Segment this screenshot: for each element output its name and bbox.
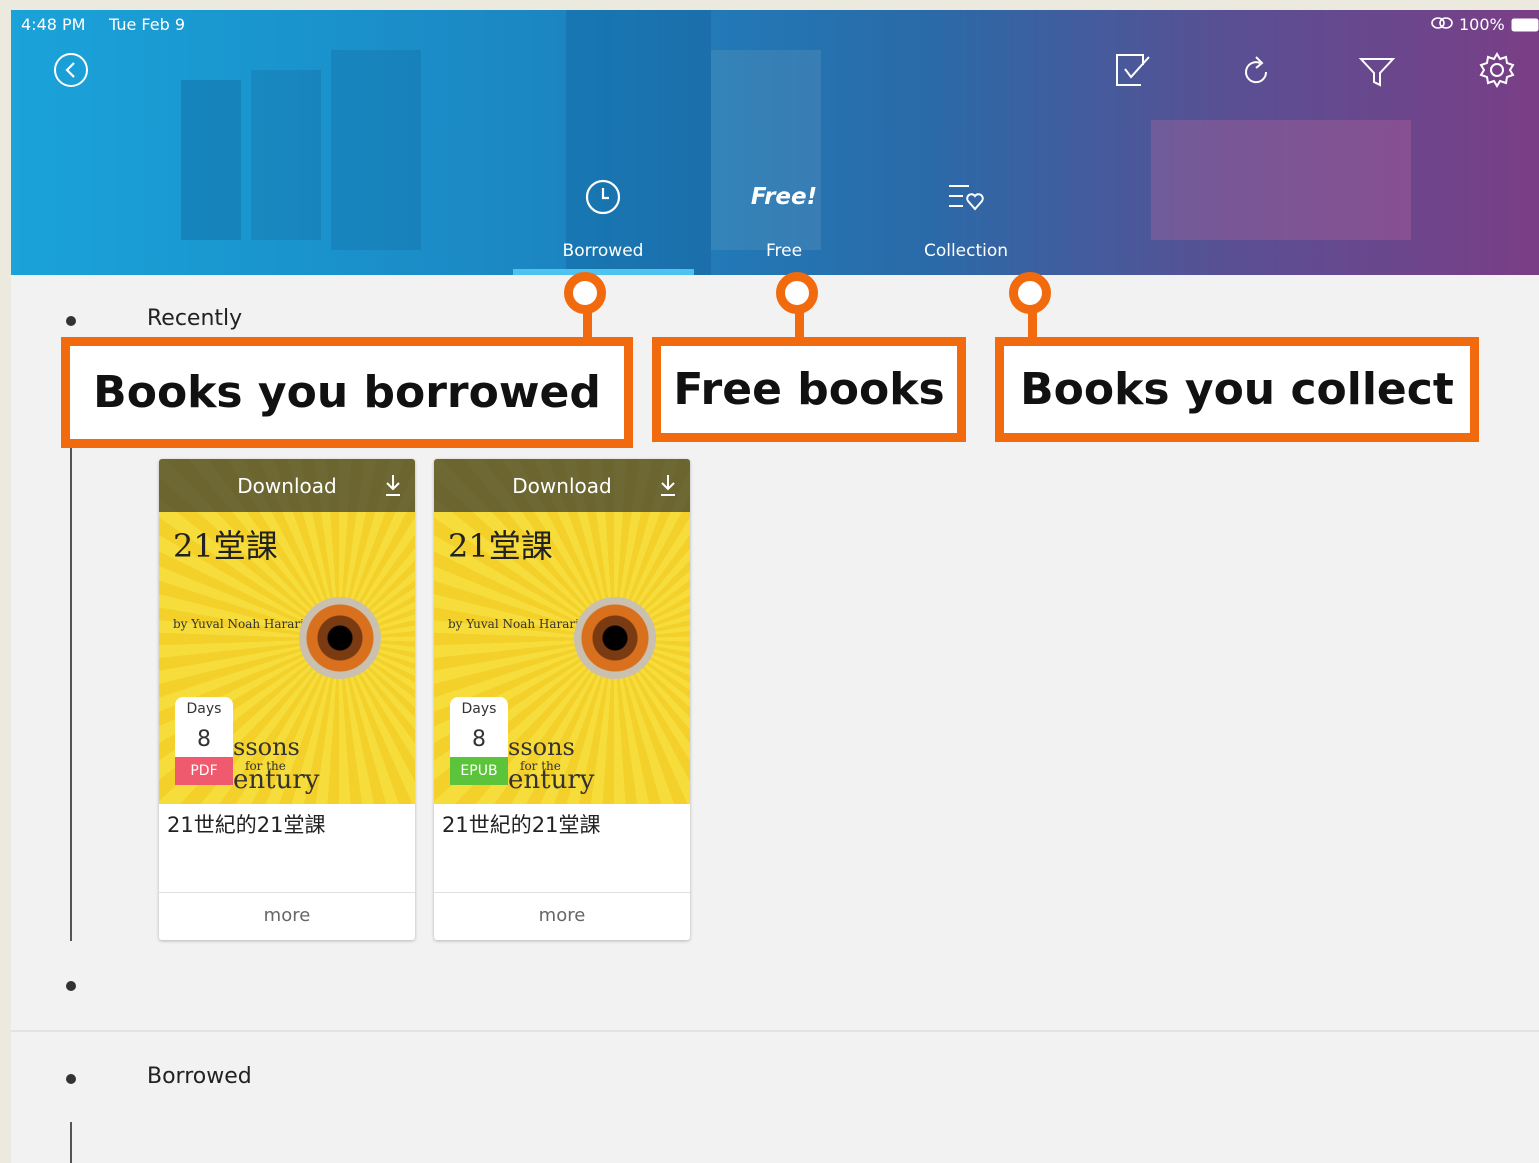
back-button[interactable] xyxy=(51,50,91,90)
cover-eye-image xyxy=(574,597,656,679)
deco-shape xyxy=(181,80,241,240)
book-cover[interactable]: 21堂課 by Yuval Noah Harari ssons for the … xyxy=(434,459,690,804)
timeline-line xyxy=(70,1122,72,1163)
download-button[interactable]: Download xyxy=(434,459,690,512)
timeline-dot xyxy=(66,981,76,991)
book-title: 21世紀的21堂課 xyxy=(442,813,601,837)
cover-title: 21堂課 xyxy=(448,527,553,565)
select-icon xyxy=(1116,54,1150,86)
days-count: 8 xyxy=(197,727,211,752)
more-button[interactable]: more xyxy=(434,905,690,926)
free-icon: Free! xyxy=(750,184,818,210)
status-battery-text: 100% xyxy=(1459,15,1505,34)
section-title-recently: Recently xyxy=(147,306,243,331)
cover-lessons: ssons xyxy=(508,733,575,761)
section-divider xyxy=(11,1030,1539,1032)
download-label: Download xyxy=(512,474,612,498)
back-icon xyxy=(54,53,88,87)
days-remaining-badge: Days 8 PDF xyxy=(175,697,233,785)
status-time: 4:48 PM xyxy=(21,15,86,34)
cover-author: by Yuval Noah Harari xyxy=(448,617,579,631)
callout-pin xyxy=(1009,272,1051,314)
callout-free: Free books xyxy=(652,337,966,442)
clock-icon xyxy=(523,177,683,217)
days-remaining-badge: Days 8 EPUB xyxy=(450,697,508,785)
collection-heart-icon xyxy=(886,177,1046,217)
more-button[interactable]: more xyxy=(159,905,415,926)
cover-title: 21堂課 xyxy=(173,527,278,565)
tab-free-label: Free xyxy=(765,241,803,261)
refresh-button[interactable] xyxy=(1236,52,1276,92)
deco-shape xyxy=(331,50,421,250)
timeline-line xyxy=(70,428,72,941)
section-title-borrowed: Borrowed xyxy=(147,1064,252,1089)
callout-pin xyxy=(564,272,606,314)
deco-shape xyxy=(251,70,321,240)
header-banner: 4:48 PM Tue Feb 9 100% Borrowed Free! Fr… xyxy=(11,10,1539,275)
book-card[interactable]: 21堂課 by Yuval Noah Harari ssons for the … xyxy=(434,459,690,940)
timeline-dot xyxy=(66,316,76,326)
filter-button[interactable] xyxy=(1357,52,1397,92)
tab-collection-label: Collection xyxy=(923,241,1009,261)
settings-button[interactable] xyxy=(1477,50,1517,90)
tab-borrowed-label: Borrowed xyxy=(562,241,644,261)
filter-icon xyxy=(1358,58,1396,87)
card-divider xyxy=(159,892,415,893)
tab-free[interactable]: Free! Free xyxy=(704,175,864,275)
days-label: Days xyxy=(461,701,497,717)
callout-collection: Books you collect xyxy=(995,337,1479,442)
download-label: Download xyxy=(237,474,337,498)
cover-author: by Yuval Noah Harari xyxy=(173,617,304,631)
tab-borrowed[interactable]: Borrowed xyxy=(523,175,683,275)
download-icon xyxy=(660,473,676,501)
select-button[interactable] xyxy=(1113,50,1153,90)
days-count: 8 xyxy=(472,727,486,752)
battery-icon xyxy=(1511,17,1539,36)
book-card[interactable]: 21堂課 by Yuval Noah Harari ssons for the … xyxy=(159,459,415,940)
refresh-icon xyxy=(1245,56,1268,84)
callout-pin xyxy=(776,272,818,314)
book-title: 21世紀的21堂課 xyxy=(167,813,326,837)
timeline-dot xyxy=(66,1074,76,1084)
format-badge: PDF xyxy=(175,757,233,785)
cover-century: entury xyxy=(233,765,320,795)
deco-shape xyxy=(1151,120,1411,240)
link-icon xyxy=(1431,15,1453,34)
status-date: Tue Feb 9 xyxy=(109,15,186,34)
cover-lessons: ssons xyxy=(233,733,300,761)
download-button[interactable]: Download xyxy=(159,459,415,512)
format-badge: EPUB xyxy=(450,757,508,785)
app-screen: 4:48 PM Tue Feb 9 100% Borrowed Free! Fr… xyxy=(11,10,1539,1163)
tab-collection[interactable]: Collection xyxy=(886,175,1046,275)
callout-borrowed: Books you borrowed xyxy=(61,337,633,448)
cover-eye-image xyxy=(299,597,381,679)
book-cover[interactable]: 21堂課 by Yuval Noah Harari ssons for the … xyxy=(159,459,415,804)
download-icon xyxy=(385,473,401,501)
card-divider xyxy=(434,892,690,893)
settings-icon xyxy=(1479,52,1515,88)
days-label: Days xyxy=(186,701,222,717)
active-tab-indicator xyxy=(513,269,694,275)
cover-century: entury xyxy=(508,765,595,795)
